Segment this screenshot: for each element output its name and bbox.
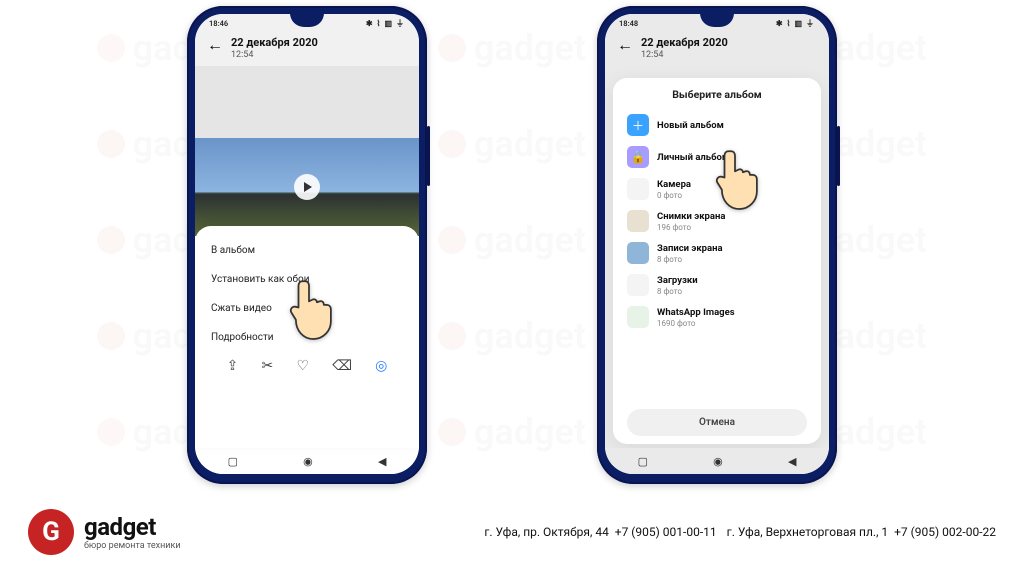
plus-icon: ＋ (627, 114, 649, 136)
album-count: 1690 фото (657, 319, 735, 328)
phone-mockup-right: 18:48 ✱ ⌇ ▥ ⏚ ← 22 декабря 2020 12:54 Вы… (597, 6, 837, 484)
album-row[interactable]: ＋ Новый альбом (621, 109, 813, 141)
album-name: Снимки экрана (657, 211, 725, 222)
menu-item-compress-video[interactable]: Сжать видео (211, 294, 403, 323)
gallery-header: ← 22 декабря 2020 12:54 (605, 32, 829, 66)
more-icon[interactable]: ◎ (375, 358, 387, 374)
menu-item-set-wallpaper[interactable]: Установить как обои (211, 265, 403, 294)
album-name: Загрузки (657, 275, 698, 286)
nav-back-icon[interactable]: ◀ (378, 455, 386, 468)
back-icon[interactable]: ← (617, 37, 633, 53)
phone-1: +7 (905) 001-00-11 (615, 525, 717, 539)
album-name: Камера (657, 179, 691, 190)
status-time: 18:48 (619, 19, 638, 28)
album-name: WhatsApp Images (657, 307, 735, 318)
gallery-header: ← 22 декабря 2020 12:54 (195, 32, 419, 66)
delete-icon[interactable]: ⌫ (332, 358, 352, 374)
header-title: 22 декабря 2020 (231, 36, 318, 49)
back-icon[interactable]: ← (207, 37, 223, 53)
footer: G gadget бюро ремонта техники г. Уфа, пр… (0, 502, 1024, 562)
android-navbar: ▢ ◉ ◀ (195, 448, 419, 474)
nav-back-icon[interactable]: ◀ (788, 455, 796, 468)
brand-name: gadget (84, 513, 181, 541)
header-time: 12:54 (231, 50, 318, 60)
album-thumb-icon (627, 274, 649, 296)
address-2: г. Уфа, Верхнеторговая пл., 1 (727, 525, 889, 539)
album-count: 196 фото (657, 223, 725, 232)
album-thumb-icon (627, 242, 649, 264)
album-count: 8 фото (657, 255, 723, 264)
status-icons: ✱ ⌇ ▥ ⏚ (776, 18, 815, 29)
nav-recent-icon[interactable]: ▢ (638, 455, 648, 468)
contact-addresses: г. Уфа, пр. Октября, 44 +7 (905) 001-00-… (484, 525, 996, 539)
album-list: ＋Новый альбом🔒Личный альбомКамера0 фотоС… (621, 109, 813, 403)
album-row[interactable]: Загрузки8 фото (621, 269, 813, 301)
media-placeholder (195, 66, 419, 138)
phone-mockup-left: 18:46 ✱ ⌇ ▥ ⏚ ← 22 декабря 2020 12:54 В … (187, 6, 427, 484)
album-row[interactable]: Снимки экрана196 фото (621, 205, 813, 237)
brand-tagline: бюро ремонта техники (84, 541, 181, 551)
share-icon[interactable]: ⇪ (227, 358, 239, 374)
nav-recent-icon[interactable]: ▢ (228, 455, 238, 468)
logo-circle-icon: G (28, 509, 74, 555)
album-name: Новый альбом (657, 120, 724, 131)
album-row[interactable]: 🔒 Личный альбом (621, 141, 813, 173)
phone-screen: 18:46 ✱ ⌇ ▥ ⏚ ← 22 декабря 2020 12:54 В … (195, 14, 419, 474)
album-name: Личный альбом (657, 152, 729, 163)
album-name: Записи экрана (657, 243, 723, 254)
album-thumb-icon (627, 306, 649, 328)
album-row[interactable]: Записи экрана8 фото (621, 237, 813, 269)
header-title: 22 декабря 2020 (641, 36, 728, 49)
album-thumb-icon (627, 178, 649, 200)
favorite-icon[interactable]: ♡ (296, 358, 309, 374)
play-icon[interactable] (294, 174, 320, 200)
album-picker-sheet: Выберите альбом ＋ Новый альбом 🔒 Личный аль… (613, 78, 821, 444)
album-count: 0 фото (657, 191, 691, 200)
album-row[interactable]: WhatsApp Images1690 фото (621, 301, 813, 333)
menu-item-details[interactable]: Подробности (211, 323, 403, 352)
address-1: г. Уфа, пр. Октября, 44 (484, 525, 609, 539)
sheet-title: Выберите альбом (621, 88, 813, 101)
media-toolbar: ⇪ ✂ ♡ ⌫ ◎ (211, 352, 403, 378)
context-menu: В альбом Установить как обои Сжать видео… (195, 226, 419, 448)
cut-icon[interactable]: ✂ (262, 358, 274, 374)
android-navbar: ▢ ◉ ◀ (605, 448, 829, 474)
status-icons: ✱ ⌇ ▥ ⏚ (366, 18, 405, 29)
menu-item-to-album[interactable]: В альбом (211, 236, 403, 265)
header-time: 12:54 (641, 50, 728, 60)
status-time: 18:46 (209, 19, 228, 28)
phone-screen: 18:48 ✱ ⌇ ▥ ⏚ ← 22 декабря 2020 12:54 Вы… (605, 14, 829, 474)
cancel-button[interactable]: Отмена (627, 409, 807, 436)
nav-home-icon[interactable]: ◉ (303, 455, 313, 468)
video-thumbnail[interactable] (195, 138, 419, 236)
phone-2: +7 (905) 002-00-22 (894, 525, 996, 539)
brand-logo: G gadget бюро ремонта техники (28, 509, 181, 555)
album-row[interactable]: Камера0 фото (621, 173, 813, 205)
album-thumb-icon (627, 210, 649, 232)
lock-icon: 🔒 (627, 146, 649, 168)
album-count: 8 фото (657, 287, 698, 296)
nav-home-icon[interactable]: ◉ (713, 455, 723, 468)
